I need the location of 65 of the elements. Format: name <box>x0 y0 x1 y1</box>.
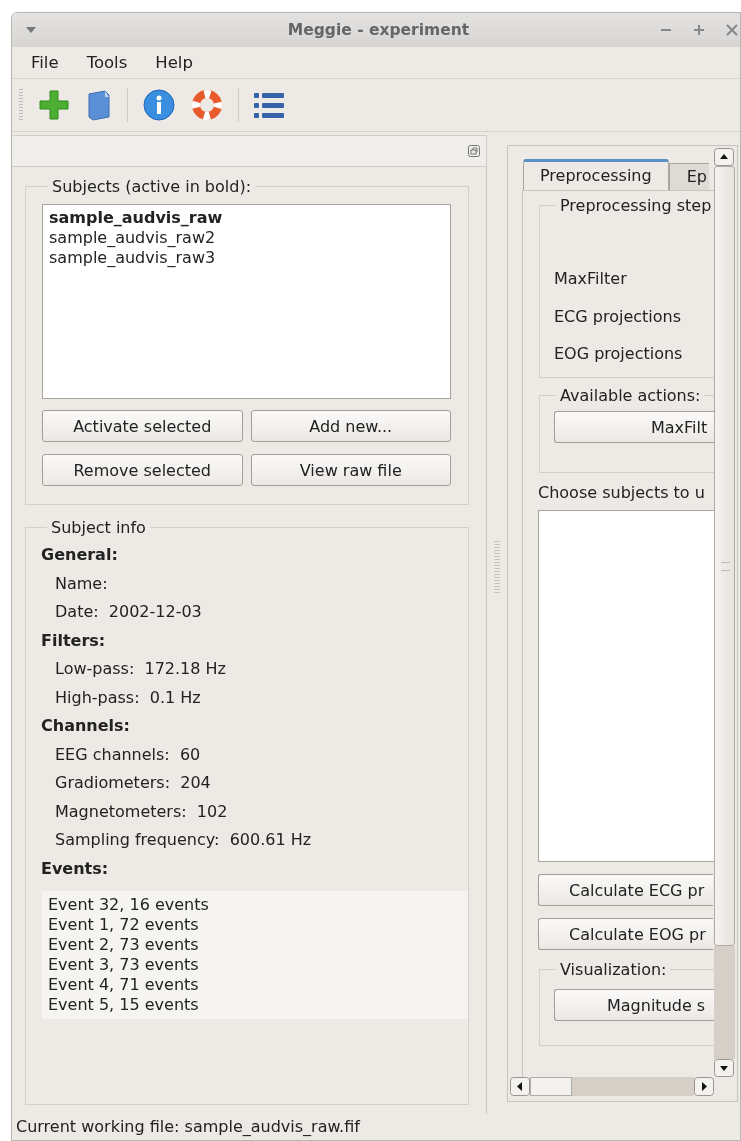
menu-item[interactable]: Tools <box>86 53 128 72</box>
splitter-handle-icon[interactable] <box>494 540 500 596</box>
vertical-scrollbar[interactable] <box>714 148 735 1077</box>
scroll-right-icon[interactable] <box>694 1077 714 1096</box>
push-button[interactable]: Add new... <box>250 410 451 442</box>
menu-item[interactable]: Help <box>155 53 193 72</box>
horizontal-scrollbar[interactable] <box>510 1077 714 1096</box>
tab[interactable]: Preprocessing <box>523 159 669 190</box>
tab[interactable]: Ep <box>668 163 709 190</box>
status-text: Current working file: sample_audvis_raw.fif <box>16 1117 360 1136</box>
group-title: Available actions: <box>559 386 702 405</box>
lifebuoy-icon[interactable] <box>190 88 224 122</box>
event-item: Event 5, 15 events <box>48 995 200 1015</box>
step-label: EOG projections <box>554 343 684 365</box>
event-item: Event 4, 71 events <box>48 975 200 995</box>
subject-item[interactable]: sample_audvis_raw2 <box>49 228 444 248</box>
group-title: Subject info <box>50 518 147 537</box>
group-title: Preprocessing step <box>559 196 713 215</box>
info-field: Gradiometers: 204 <box>41 769 455 798</box>
choose-label: Choose subjects to u <box>538 483 706 502</box>
event-item: Event 32, 16 events <box>48 895 210 915</box>
info-field: Date: 2002-12-03 <box>41 598 455 627</box>
window-title: Meggie - experiment <box>286 21 471 39</box>
scroll-down-icon[interactable] <box>714 1059 734 1077</box>
push-button[interactable]: Activate selected <box>42 410 243 442</box>
group-title: Visualization: <box>559 960 668 979</box>
push-button[interactable]: Remove selected <box>42 454 243 486</box>
event-item: Event 2, 73 events <box>48 935 200 955</box>
info-field: Magnetometers: 102 <box>41 797 455 826</box>
push-button[interactable]: Calculate EOG pr <box>538 918 713 950</box>
event-item: Event 3, 73 events <box>48 955 200 975</box>
document-icon[interactable] <box>85 88 113 122</box>
scroll-left-icon[interactable] <box>510 1077 530 1096</box>
event-item: Event 1, 72 events <box>48 915 200 935</box>
push-button[interactable]: MaxFilt <box>554 411 714 443</box>
section-heading: General: <box>41 544 119 566</box>
info-field: Low-pass: 172.18 Hz <box>41 655 455 684</box>
step-label: ECG projections <box>554 305 682 328</box>
subject-item[interactable]: sample_audvis_raw3 <box>49 248 444 268</box>
info-field: High-pass: 0.1 Hz <box>41 683 455 712</box>
info-field: EEG channels: 60 <box>41 740 455 769</box>
info-field: Name: <box>41 569 455 598</box>
info-icon[interactable] <box>142 88 176 122</box>
section-heading: Channels: <box>41 715 131 737</box>
plus-icon[interactable] <box>37 88 71 122</box>
maximize-icon[interactable] <box>693 24 705 36</box>
push-button[interactable]: Magnitude s <box>554 989 714 1021</box>
toolbar-grip-icon[interactable] <box>19 88 23 122</box>
push-button[interactable]: Calculate ECG pr <box>538 874 713 906</box>
scroll-thumb[interactable] <box>530 1077 572 1096</box>
push-button[interactable]: View raw file <box>250 454 451 486</box>
section-heading: Filters: <box>41 629 107 652</box>
scroll-up-icon[interactable] <box>714 148 734 166</box>
float-icon[interactable] <box>468 145 480 157</box>
subject-list[interactable]: sample_audvis_raw sample_audvis_raw2 sample_audvis_raw3 <box>42 204 451 399</box>
step-label: MaxFilter <box>554 268 628 290</box>
group-title: Subjects (active in bold): <box>51 177 253 196</box>
window-menu-icon[interactable] <box>25 26 37 34</box>
menu-item[interactable]: File <box>31 53 59 72</box>
info-field: Sampling frequency: 600.61 Hz <box>41 826 455 855</box>
list-icon[interactable] <box>253 90 285 120</box>
close-icon[interactable] <box>726 24 738 36</box>
scroll-thumb[interactable] <box>714 166 735 946</box>
section-heading: Events: <box>41 857 110 880</box>
subject-item[interactable]: sample_audvis_raw <box>49 208 444 228</box>
